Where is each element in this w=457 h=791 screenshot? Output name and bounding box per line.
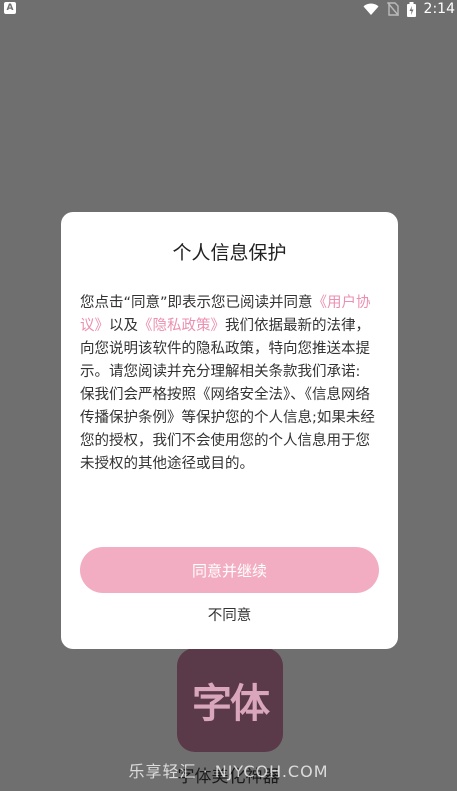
watermark-text: 乐享轻汇 · NJYCOH.COM <box>128 762 329 781</box>
notification-app-icon: A <box>4 2 16 14</box>
battery-charging-icon <box>406 1 416 17</box>
app-launcher-icon: 字体 <box>177 648 283 752</box>
body-intro-text: 您点击“同意”即表示您已阅读并同意 <box>80 295 313 311</box>
dialog-title: 个人信息保护 <box>172 242 287 264</box>
status-bar: A 2:14 <box>0 0 457 18</box>
no-sim-icon <box>386 2 399 16</box>
dialog-body: 您点击“同意”即表示您已阅读并同意《用户协议》以及《隐私政策》我们依据最新的法律… <box>80 292 379 476</box>
body-and-text: 以及 <box>109 318 138 334</box>
status-right-group: 2:14 <box>363 0 455 18</box>
wifi-icon <box>363 3 379 15</box>
privacy-dialog: 个人信息保护 您点击“同意”即表示您已阅读并同意《用户协议》以及《隐私政策》我们… <box>61 212 398 649</box>
body-commitment-text: 保我们会严格按照《网络安全法》、《信息网络传播保护条例》等保护您的个人信息;如果… <box>80 387 375 472</box>
status-time: 2:14 <box>423 1 455 17</box>
agree-continue-button[interactable]: 同意并继续 <box>80 547 379 593</box>
privacy-policy-link[interactable]: 《隐私政策》 <box>138 318 225 334</box>
disagree-button[interactable]: 不同意 <box>61 604 398 625</box>
